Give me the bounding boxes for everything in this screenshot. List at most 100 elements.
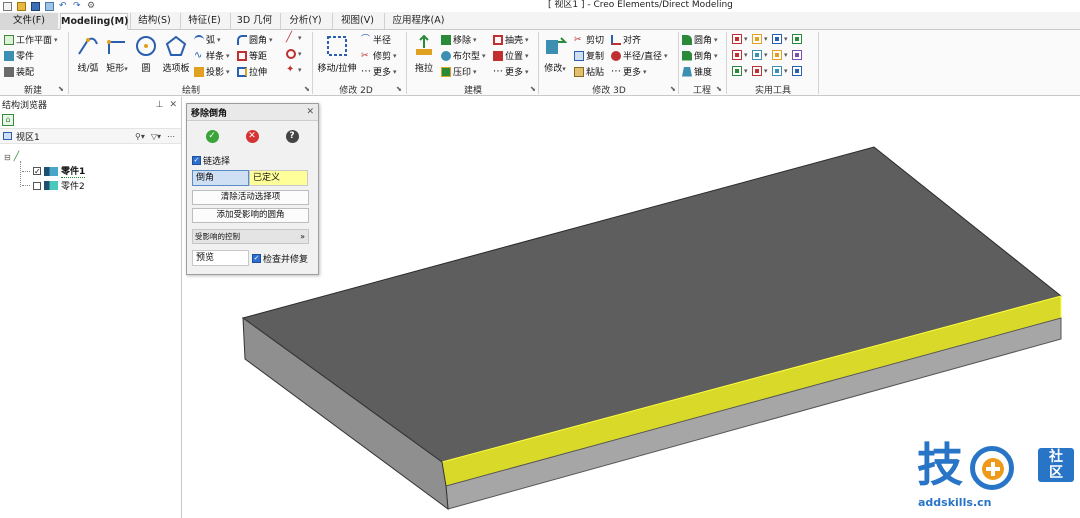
project-button[interactable]: 投影 ▾ — [194, 65, 230, 78]
add-affected-fillet-button[interactable]: 添加受影响的圆角 — [192, 208, 309, 223]
close-icon[interactable]: ✕ — [306, 107, 314, 117]
tree-root-row[interactable]: ⊟ ╱ — [4, 152, 19, 162]
position-button[interactable]: 位置 ▾ — [493, 49, 529, 62]
dropdown-arrow-icon[interactable]: ▾ — [784, 35, 788, 43]
clear-active-selection-button[interactable]: 清除活动选择项 — [192, 190, 309, 205]
dropdown-arrow-icon[interactable]: ▾ — [764, 67, 768, 75]
remove-button[interactable]: 移除 ▾ — [441, 33, 477, 46]
render-icon[interactable] — [752, 66, 762, 76]
grid-icon[interactable] — [732, 50, 742, 60]
dropdown-arrow-icon[interactable]: ▾ — [744, 35, 748, 43]
cube-icon[interactable] — [732, 66, 742, 76]
rectangle-button[interactable]: 矩形▾ — [104, 34, 130, 74]
snap-tool-button[interactable]: ✦ ▾ — [286, 65, 302, 75]
radius-diameter-button[interactable]: 半径/直径 ▾ — [611, 49, 668, 62]
tab-3d-geometry[interactable]: 3D 几何 — [230, 13, 278, 30]
visibility-checkbox[interactable] — [33, 181, 41, 190]
viewport-row[interactable]: 视区1 ⚲▾ ▽▾ ⋯ — [0, 128, 181, 144]
check-repair-checkbox[interactable]: ✓ — [252, 253, 261, 263]
dropdown-arrow-icon[interactable]: ▾ — [784, 51, 788, 59]
group-launcher-icon[interactable]: ⬊ — [716, 85, 722, 93]
chamfer-button[interactable]: 倒角 ▾ — [682, 49, 718, 62]
chamfer-field-value[interactable]: 已定义 — [249, 170, 308, 186]
imprint-button[interactable]: 压印 ▾ — [441, 65, 477, 78]
taper-button[interactable]: 锥度 — [682, 65, 712, 78]
collapse-icon[interactable]: ⊟ — [4, 153, 11, 162]
more-2d-button[interactable]: ⋯ 更多 ▾ — [361, 65, 397, 78]
tab-modeling[interactable]: Modeling(M) — [60, 13, 128, 30]
tag-icon[interactable] — [772, 50, 782, 60]
tab-feature[interactable]: 特征(E) — [180, 13, 228, 30]
move-stretch-button[interactable]: 移动/拉伸 — [316, 34, 358, 74]
spline-button[interactable]: ∿ 样条 ▾ — [194, 49, 230, 62]
tab-applications[interactable]: 应用程序(A) — [384, 13, 452, 30]
chain-select-option[interactable]: ✓ 链选择 — [192, 154, 230, 167]
offset-button[interactable]: 等距 — [237, 49, 267, 62]
group-launcher-icon[interactable]: ⬊ — [58, 85, 64, 93]
paste-button[interactable]: 粘贴 — [574, 65, 604, 78]
check-icon[interactable] — [792, 34, 802, 44]
layer-icon[interactable] — [752, 50, 762, 60]
trim-button[interactable]: ✂ 修剪 ▾ — [361, 49, 397, 63]
measure-icon[interactable] — [772, 34, 782, 44]
open-folder-icon[interactable] — [17, 1, 26, 11]
line-arc-button[interactable]: 线/弧 — [72, 34, 104, 74]
tab-file[interactable]: 文件(F) — [0, 13, 58, 30]
chamfer-selection-row[interactable]: 倒角 已定义 — [192, 170, 308, 186]
close-icon[interactable]: ✕ — [169, 100, 177, 110]
undo-icon[interactable]: ↶ — [59, 1, 68, 11]
dropdown-arrow-icon[interactable]: ▾ — [764, 51, 768, 59]
group-launcher-icon[interactable]: ⬊ — [304, 85, 310, 93]
part-button[interactable]: 零件 — [4, 49, 34, 62]
dropdown-arrow-icon[interactable]: ▾ — [744, 51, 748, 59]
filter-icon[interactable]: ▽▾ — [151, 132, 161, 141]
align-button[interactable]: 对齐 — [611, 33, 641, 46]
preview-button[interactable]: 预览 — [192, 250, 249, 266]
dropdown-arrow-icon[interactable]: ▾ — [764, 35, 768, 43]
cut-button[interactable]: ✂ 剪切 — [574, 33, 604, 47]
group-launcher-icon[interactable]: ⬊ — [396, 85, 402, 93]
select-icon[interactable] — [792, 50, 802, 60]
assembly-button[interactable]: 装配 — [4, 65, 34, 78]
pin-icon[interactable]: ⊥ — [156, 100, 164, 110]
settings-icon[interactable]: ⚙ — [87, 1, 96, 11]
more-3d-button[interactable]: ⋯ 更多 ▾ — [611, 65, 647, 78]
options-button[interactable]: 选项板 — [160, 34, 192, 74]
tree-item-part1[interactable]: ✓ 零件1 — [22, 164, 86, 178]
cancel-x-icon[interactable]: ✕ — [245, 129, 259, 143]
arc-button[interactable]: 弧 ▾ — [194, 33, 221, 46]
group-launcher-icon[interactable]: ⬊ — [670, 85, 676, 93]
redo-icon[interactable]: ↷ — [73, 1, 82, 11]
visibility-checkbox[interactable]: ✓ — [33, 167, 41, 176]
dropdown-arrow-icon[interactable]: ▾ — [744, 67, 748, 75]
boolean-button[interactable]: 布尔型 ▾ — [441, 49, 486, 62]
extrude-2d-button[interactable]: 拉伸 — [237, 65, 267, 78]
affected-control-section[interactable]: 受影响的控制 » — [192, 229, 309, 244]
tab-view[interactable]: 视图(V) — [332, 13, 382, 30]
chamfer-field-label[interactable]: 倒角 — [192, 170, 249, 186]
tab-analysis[interactable]: 分析(Y) — [280, 13, 330, 30]
help-icon[interactable]: ? — [285, 129, 299, 143]
dimension-icon[interactable] — [732, 34, 742, 44]
new-file-icon[interactable] — [3, 1, 12, 11]
expand-icon[interactable]: » — [300, 230, 305, 243]
save-icon[interactable] — [31, 1, 40, 11]
fillet-2d-button[interactable]: 圆角 ▾ — [237, 33, 273, 46]
more-model-button[interactable]: ⋯ 更多 ▾ — [493, 65, 529, 78]
shell-button[interactable]: 抽壳 ▾ — [493, 33, 529, 46]
radius-button[interactable]: ⌒ 半径 — [361, 33, 391, 47]
pull-button[interactable]: 拖拉 — [410, 34, 438, 74]
copy-button[interactable]: 复制 — [574, 49, 604, 62]
group-launcher-icon[interactable]: ⬊ — [530, 85, 536, 93]
binoculars-icon[interactable]: ⚲▾ — [135, 132, 145, 141]
point-flag-icon[interactable] — [752, 34, 762, 44]
more-icon[interactable]: ⋯ — [167, 132, 175, 141]
tab-structure[interactable]: 结构(S) — [130, 13, 178, 30]
tree-filter-icon[interactable]: ⌂ — [2, 114, 14, 126]
workplane-button[interactable]: 工作平面 ▾ — [4, 33, 58, 46]
ok-check-icon[interactable]: ✓ — [205, 129, 219, 143]
table-icon[interactable] — [792, 66, 802, 76]
dropdown-arrow-icon[interactable]: ▾ — [784, 67, 788, 75]
palette-icon[interactable] — [772, 66, 782, 76]
chain-select-checkbox[interactable]: ✓ — [192, 156, 201, 165]
